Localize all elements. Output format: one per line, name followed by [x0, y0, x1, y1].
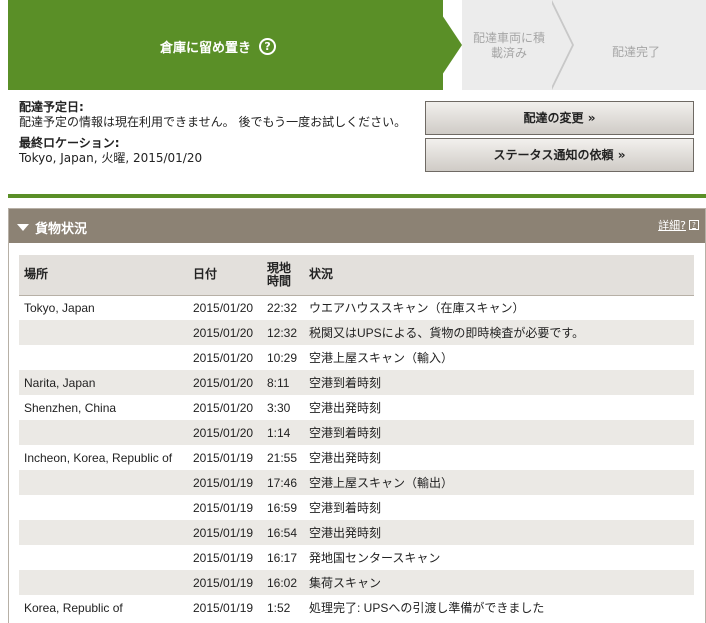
cell-status: 空港到着時刻 [309, 426, 382, 440]
cell-location [19, 470, 188, 495]
table-row: 2015/01/20 12:32 税関又はUPSによる、貨物の即時検査が必要です。 [19, 320, 694, 345]
cell-location: Incheon, Korea, Republic of [24, 450, 173, 465]
detail-link-text[interactable]: 詳細? [658, 217, 686, 233]
cell-status: 集荷スキャン [309, 576, 382, 590]
cell-time: 8:11 [267, 375, 290, 390]
panel-title-text: 貨物状況 [35, 222, 88, 237]
cell-location: Shenzhen, China [24, 400, 117, 415]
cell-status: ウエアハウススキャン（在庫スキャン） [309, 301, 525, 316]
progress-step-loaded: 配達車両に積 載済み [472, 31, 545, 60]
shipment-progress-panel: 貨物状況 詳細? ? 場所 日付 現地時間 状況 Tokyo, Japan 201… [8, 208, 706, 623]
cell-date: 2015/01/19 [193, 450, 254, 465]
cell-status: 空港出発時刻 [309, 526, 382, 540]
cell-time: 3:30 [267, 400, 291, 415]
cell-date: 2015/01/20 [193, 300, 254, 315]
change-delivery-button[interactable]: 配達の変更 » [425, 101, 694, 135]
scheduled-delivery-label: 配達予定日: [19, 100, 84, 114]
cell-location: Korea, Republic of [24, 600, 123, 615]
last-location-value: Tokyo, Japan, 火曜, 2015/01/20 [19, 151, 203, 165]
cell-location [19, 545, 188, 570]
help-icon[interactable]: ? [259, 38, 277, 55]
progress-step-warehouse-hold: 倉庫に留め置き ? [160, 37, 277, 56]
shipment-table: 場所 日付 現地時間 状況 Tokyo, Japan 2015/01/20 22:3… [19, 255, 694, 620]
table-header-row: 場所 日付 現地時間 状況 [19, 255, 694, 296]
cell-time: 12:32 [267, 325, 298, 340]
table-row: 2015/01/19 16:17 発地国センタースキャン [19, 545, 694, 570]
cell-location [19, 345, 188, 370]
cell-time: 16:59 [267, 500, 298, 515]
panel-header[interactable]: 貨物状況 詳細? ? [9, 209, 705, 243]
table-row: 2015/01/19 16:59 空港到着時刻 [19, 495, 694, 520]
cell-location [19, 420, 188, 445]
cell-time: 1:14 [267, 425, 291, 440]
active-step-label: 倉庫に留め置き [160, 41, 252, 56]
collapse-arrow-icon[interactable] [17, 224, 29, 231]
cell-status: 空港出発時刻 [309, 451, 382, 465]
cell-location: Narita, Japan [24, 375, 96, 390]
cell-status: 空港上屋スキャン（輸入） [309, 351, 454, 365]
progress-step-active-arrow [432, 0, 462, 90]
cell-time: 21:55 [267, 450, 298, 465]
cell-status: 発地国センタースキャン [309, 551, 441, 565]
cell-date: 2015/01/20 [193, 350, 254, 365]
last-location-label: 最終ロケーション: [19, 136, 120, 150]
detail-link[interactable]: 詳細? ? [658, 217, 699, 233]
cell-date: 2015/01/19 [193, 550, 254, 565]
column-header-date: 日付 [188, 255, 262, 296]
cell-location [19, 320, 188, 345]
column-header-local-time: 現地時間 [262, 255, 304, 296]
progress-step-delivered: 配達完了 [611, 45, 660, 59]
column-header-location: 場所 [19, 255, 188, 296]
table-row: Shenzhen, China 2015/01/20 3:30 空港出発時刻 [19, 395, 694, 420]
cell-status: 処理完了: UPSへの引渡し準備ができました [309, 601, 545, 615]
cell-date: 2015/01/19 [193, 475, 254, 490]
cell-date: 2015/01/20 [193, 375, 254, 390]
cell-date: 2015/01/19 [193, 525, 254, 540]
cell-date: 2015/01/19 [193, 600, 254, 615]
delivery-info-text: 配達予定日: 配達予定の情報は現在利用できません。 後でもう一度お試しください。… [19, 100, 411, 166]
cell-location [19, 570, 188, 595]
table-row: 2015/01/19 16:02 集荷スキャン [19, 570, 694, 595]
cell-date: 2015/01/20 [193, 425, 254, 440]
delivery-info: 配達予定日: 配達予定の情報は現在利用できません。 後でもう一度お試しください。… [8, 90, 706, 198]
cell-time: 16:02 [267, 575, 298, 590]
scheduled-delivery-text: 配達予定の情報は現在利用できません。 後でもう一度お試しください。 [19, 115, 407, 129]
cell-time: 16:54 [267, 525, 298, 540]
cell-date: 2015/01/20 [193, 400, 254, 415]
cell-date: 2015/01/20 [193, 325, 254, 340]
cell-status: 空港到着時刻 [309, 501, 382, 515]
table-row: Incheon, Korea, Republic of 2015/01/19 21:… [19, 445, 694, 470]
table-row: Narita, Japan 2015/01/20 8:11 空港到着時刻 [19, 370, 694, 395]
cell-status: 空港到着時刻 [309, 376, 382, 390]
table-row: Korea, Republic of 2015/01/19 1:52 処理完了: UP… [19, 595, 694, 620]
table-row: 2015/01/20 10:29 空港上屋スキャン（輸入） [19, 345, 694, 370]
cell-status: 税関又はUPSによる、貨物の即時検査が必要です。 [309, 326, 585, 340]
cell-status: 空港出発時刻 [309, 401, 382, 415]
table-row: Tokyo, Japan 2015/01/20 22:32 ウエアハウススキャン（在庫… [19, 295, 694, 320]
table-row: 2015/01/20 1:14 空港到着時刻 [19, 420, 694, 445]
cell-date: 2015/01/19 [193, 500, 254, 515]
column-header-status: 状況 [304, 255, 694, 296]
cell-date: 2015/01/19 [193, 575, 254, 590]
cell-time: 1:52 [267, 600, 291, 615]
cell-time: 22:32 [267, 300, 298, 315]
cell-location [19, 495, 188, 520]
cell-status: 空港上屋スキャン（輸出） [309, 476, 454, 490]
cell-time: 17:46 [267, 475, 298, 490]
cell-time: 10:29 [267, 350, 298, 365]
table-row: 2015/01/19 17:46 空港上屋スキャン（輸出） [19, 470, 694, 495]
cell-location [19, 520, 188, 545]
progress-tracker: 倉庫に留め置き ? 配達車両に積 載済み 配達完了 [8, 0, 706, 90]
table-row: 2015/01/19 16:54 空港出発時刻 [19, 520, 694, 545]
panel-title[interactable]: 貨物状況 [17, 218, 87, 237]
cell-time: 16:17 [267, 550, 298, 565]
cell-location: Tokyo, Japan [24, 300, 95, 315]
status-notification-button[interactable]: ステータス通知の依頼 » [425, 138, 694, 172]
popup-icon[interactable]: ? [689, 220, 699, 230]
